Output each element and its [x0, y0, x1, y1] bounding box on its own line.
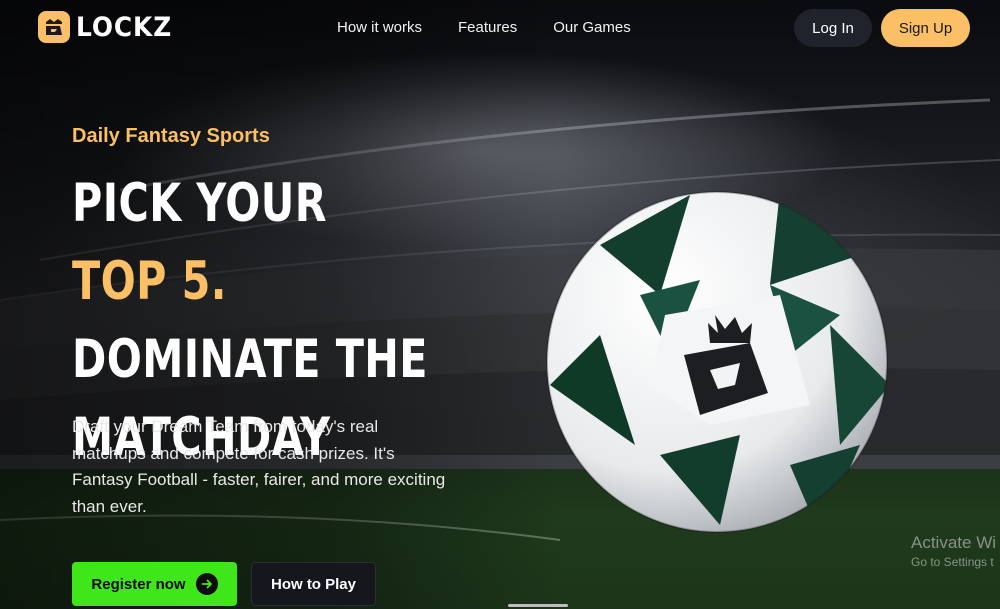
signup-button[interactable]: Sign Up — [881, 9, 970, 47]
how-to-play-button[interactable]: How to Play — [251, 562, 376, 606]
football-image — [540, 185, 895, 540]
login-button[interactable]: Log In — [794, 9, 872, 47]
nav-our-games[interactable]: Our Games — [553, 19, 631, 36]
headline-part-1: PICK YOUR — [72, 173, 327, 234]
brand-name: LOCKZ — [76, 11, 173, 43]
main-nav: How it works Features Our Games — [337, 19, 631, 36]
hero-eyebrow: Daily Fantasy Sports — [72, 125, 270, 147]
windows-activation-watermark: Activate Wi Go to Settings t — [911, 533, 996, 569]
watermark-subtitle: Go to Settings t — [911, 555, 994, 569]
register-label: Register now — [91, 575, 186, 593]
top-navbar: LOCKZ How it works Features Our Games Lo… — [0, 0, 1000, 58]
nav-features[interactable]: Features — [458, 19, 517, 36]
scroll-indicator — [508, 604, 568, 607]
arrow-right-icon — [195, 573, 218, 595]
brand-logo[interactable]: LOCKZ — [38, 11, 181, 43]
lockz-logo-icon — [38, 11, 70, 43]
register-now-button[interactable]: Register now — [72, 562, 237, 606]
watermark-title: Activate Wi — [911, 533, 997, 552]
hero-description: Draft your Dream Team from today's real … — [72, 417, 446, 516]
nav-how-it-works[interactable]: How it works — [337, 19, 422, 36]
headline-accent: TOP 5. — [72, 251, 227, 312]
